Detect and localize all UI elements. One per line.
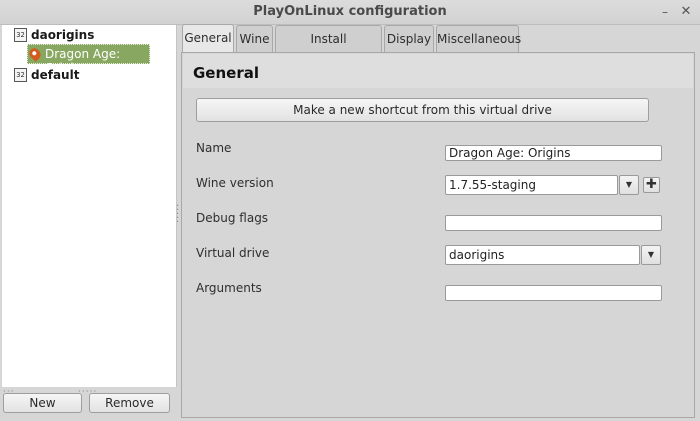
tab-display[interactable]: Display xyxy=(384,25,434,52)
arguments-field[interactable] xyxy=(445,285,662,301)
tab-general[interactable]: General xyxy=(182,24,234,53)
32bit-prefix-icon: 32 xyxy=(14,28,27,42)
tab-miscellaneous[interactable]: Miscellaneous xyxy=(436,25,521,52)
add-wine-version-icon[interactable]: ✚ xyxy=(643,177,660,193)
window-title: PlayOnLinux configuration xyxy=(253,4,447,19)
debug-flags-label: Debug flags xyxy=(196,211,269,225)
virtual-drive-select[interactable]: daorigins xyxy=(445,245,640,265)
wine-version-label: Wine version xyxy=(196,176,274,190)
page-title: General xyxy=(193,64,259,82)
panel-header: General xyxy=(183,54,693,88)
name-field[interactable]: Dragon Age: Origins xyxy=(445,145,662,161)
new-button[interactable]: New xyxy=(3,393,82,413)
make-shortcut-button[interactable]: Make a new shortcut from this virtual dr… xyxy=(196,98,649,122)
chevron-down-icon[interactable]: ▼ xyxy=(619,175,639,195)
32bit-prefix-icon: 32 xyxy=(14,68,27,82)
title-bar: PlayOnLinux configuration – ✕ xyxy=(0,0,700,25)
wine-version-select[interactable]: 1.7.55-staging xyxy=(445,175,618,195)
prefix-tree[interactable]: 32 daorigins Dragon Age: Origins 32 defa… xyxy=(2,25,177,387)
name-label: Name xyxy=(196,141,232,155)
tree-item-game-selected[interactable]: Dragon Age: Origins xyxy=(27,44,150,75)
panel-splitter[interactable]: · · · · · xyxy=(176,202,180,228)
debug-flags-field[interactable] xyxy=(445,215,662,231)
minimize-icon[interactable]: – xyxy=(656,3,674,21)
tab-wine[interactable]: Wine xyxy=(236,25,273,52)
tab-install-components[interactable]: Install components xyxy=(275,25,382,72)
virtual-drive-label: Virtual drive xyxy=(196,246,270,260)
tree-item-label: daorigins xyxy=(31,28,95,42)
chevron-down-icon[interactable]: ▼ xyxy=(641,245,661,265)
close-icon[interactable]: ✕ xyxy=(677,3,695,21)
arguments-label: Arguments xyxy=(196,281,262,295)
game-icon xyxy=(27,46,43,62)
tree-item-label: default xyxy=(31,68,80,82)
remove-button[interactable]: Remove xyxy=(89,393,170,413)
